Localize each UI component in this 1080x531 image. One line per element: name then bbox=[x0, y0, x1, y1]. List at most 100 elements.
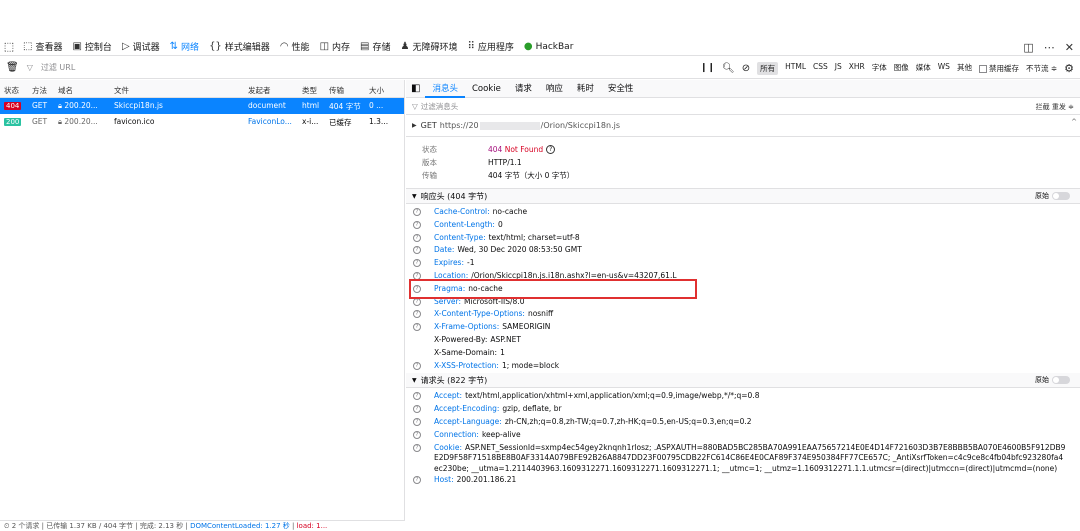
filter-url-input[interactable]: 过滤 URL bbox=[41, 62, 75, 73]
tab-3[interactable]: ⇅ 网络 bbox=[165, 38, 204, 55]
location-highlight-box bbox=[409, 279, 697, 299]
details-tab-4[interactable]: 耗时 bbox=[570, 80, 601, 98]
close-icon[interactable]: ✕ bbox=[1065, 41, 1074, 54]
header-row[interactable]: ? Host: 200.201.186.21 bbox=[406, 475, 1080, 488]
block-resend-actions[interactable]: 拦截 重发 ≑ bbox=[1036, 102, 1074, 112]
header-row[interactable]: ? Connection: keep-alive bbox=[406, 430, 1080, 443]
header-row[interactable]: ? Expires: -1 bbox=[406, 258, 1080, 271]
more-options-icon[interactable]: ⋯ bbox=[1044, 41, 1055, 54]
help-icon[interactable]: ? bbox=[413, 475, 421, 484]
tab-label: 调试器 bbox=[132, 43, 160, 53]
status-code: 404 bbox=[488, 145, 503, 154]
tab-8[interactable]: ♟ 无障碍环境 bbox=[396, 38, 463, 55]
table-row[interactable]: 404 GET 🔒︎ 200.20... Skiccpi18n.js document h… bbox=[0, 98, 404, 114]
tab-icon: ▣ bbox=[72, 41, 82, 52]
collapse-arrow-icon[interactable]: ▼ bbox=[412, 377, 417, 384]
help-icon[interactable]: ? bbox=[413, 220, 421, 229]
type-filter-4[interactable]: XHR bbox=[849, 62, 865, 75]
disable-cache-checkbox[interactable]: 禁用缓存 bbox=[978, 63, 1019, 74]
help-icon[interactable]: ? bbox=[413, 323, 421, 332]
pick-element-icon[interactable]: ⬚ bbox=[0, 40, 18, 53]
type-filter-9[interactable]: 其他 bbox=[957, 62, 972, 75]
toggle-panel-icon[interactable]: ◧ bbox=[406, 83, 425, 94]
type-filter-6[interactable]: 图像 bbox=[894, 62, 909, 75]
search-icon[interactable]: 🔍︎ bbox=[722, 63, 735, 74]
raw-toggle[interactable]: 原始 bbox=[1035, 191, 1070, 201]
help-icon[interactable]: ? bbox=[413, 417, 421, 426]
help-icon[interactable]: ? bbox=[546, 145, 556, 154]
tab-5[interactable]: ◠ 性能 bbox=[275, 38, 315, 55]
help-icon[interactable]: ? bbox=[413, 246, 421, 255]
header-row[interactable]: ? Cache-Control: no-cache bbox=[406, 207, 1080, 220]
pause-icon[interactable]: ❙❙ bbox=[700, 63, 715, 73]
header-value: nosniff bbox=[527, 309, 554, 319]
header-row[interactable]: ? Content-Type: text/html; charset=utf-8 bbox=[406, 233, 1080, 246]
expand-arrow-icon[interactable]: ▶ bbox=[412, 122, 417, 129]
tab-2[interactable]: ▷ 调试器 bbox=[117, 38, 165, 55]
column-header-4[interactable]: 发起者 bbox=[248, 85, 271, 96]
column-header-5[interactable]: 类型 bbox=[302, 85, 317, 96]
throttle-select[interactable]: 不节流 ≑ bbox=[1026, 63, 1057, 74]
help-icon[interactable]: ? bbox=[413, 361, 421, 370]
header-row[interactable]: ? X-Content-Type-Options: nosniff bbox=[406, 309, 1080, 322]
help-icon[interactable]: ? bbox=[413, 310, 421, 319]
settings-gear-icon[interactable]: ⚙ bbox=[1064, 62, 1074, 75]
tab-10[interactable]: ● HackBar bbox=[519, 38, 579, 55]
header-name: Content-Type: bbox=[434, 232, 486, 242]
trash-icon[interactable]: 🗑︎ bbox=[6, 62, 19, 73]
column-header-1[interactable]: 方法 bbox=[32, 85, 47, 96]
tab-0[interactable]: ⬚ 查看器 bbox=[18, 38, 67, 55]
help-icon[interactable]: ? bbox=[413, 430, 421, 439]
type-filter-3[interactable]: JS bbox=[835, 62, 842, 75]
type-filter-1[interactable]: HTML bbox=[785, 62, 806, 75]
details-tab-5[interactable]: 安全性 bbox=[601, 80, 641, 98]
header-row[interactable]: ? Date: Wed, 30 Dec 2020 08:53:50 GMT bbox=[406, 245, 1080, 258]
type-filter-8[interactable]: WS bbox=[938, 62, 950, 75]
collapse-arrow-icon[interactable]: ▼ bbox=[412, 193, 417, 200]
filter-headers-input[interactable]: 过滤消息头 bbox=[421, 101, 459, 112]
details-tab-2[interactable]: 请求 bbox=[508, 80, 539, 98]
help-icon[interactable]: ? bbox=[413, 259, 421, 268]
type-filter-5[interactable]: 字体 bbox=[872, 62, 887, 75]
header-row[interactable]: ? Cookie: ASP.NET_SessionId=sxmp4ec54gey2k… bbox=[406, 443, 1080, 475]
status-label: 状态 bbox=[422, 145, 437, 154]
block-icon[interactable]: ⊘ bbox=[742, 63, 750, 74]
type-filter-2[interactable]: CSS bbox=[813, 62, 828, 75]
request-headers-section[interactable]: ▼ 请求头 (822 字节) 原始 bbox=[406, 373, 1080, 389]
header-row[interactable]: ? X-XSS-Protection: 1; mode=block bbox=[406, 361, 1080, 374]
help-icon[interactable]: ? bbox=[413, 443, 421, 452]
header-row[interactable]: ? Accept-Encoding: gzip, deflate, br bbox=[406, 404, 1080, 417]
type-filter-7[interactable]: 媒体 bbox=[916, 62, 931, 75]
table-row[interactable]: 200 GET 🔒︎ 200.20... favicon.ico FaviconLo..… bbox=[0, 114, 404, 130]
header-value: no-cache bbox=[492, 207, 528, 216]
tab-4[interactable]: {} 样式编辑器 bbox=[204, 38, 275, 55]
type-filter-0[interactable]: 所有 bbox=[757, 61, 779, 75]
tab-1[interactable]: ▣ 控制台 bbox=[67, 38, 116, 55]
tab-6[interactable]: ◫ 内存 bbox=[315, 38, 355, 55]
header-row[interactable]: X-Same-Domain: 1 bbox=[406, 348, 1080, 361]
tab-7[interactable]: ▤ 存储 bbox=[355, 38, 395, 55]
header-row[interactable]: ? Content-Length: 0 bbox=[406, 220, 1080, 233]
scroll-up-icon[interactable]: ^ bbox=[1071, 118, 1077, 126]
column-header-2[interactable]: 域名 bbox=[58, 85, 73, 96]
request-line[interactable]: ▶ GET https://20/Orion/Skiccpi18n.js bbox=[406, 115, 1080, 137]
response-headers-section[interactable]: ▼ 响应头 (404 字节) 原始 bbox=[406, 189, 1080, 204]
dock-icon[interactable]: ◫ bbox=[1023, 41, 1033, 54]
details-tab-3[interactable]: 响应 bbox=[539, 80, 570, 98]
column-header-3[interactable]: 文件 bbox=[114, 85, 129, 96]
header-row[interactable]: X-Powered-By: ASP.NET bbox=[406, 335, 1080, 348]
column-header-7[interactable]: 大小 bbox=[369, 85, 384, 96]
column-header-0[interactable]: 状态 bbox=[4, 85, 19, 96]
column-header-6[interactable]: 传输 bbox=[329, 85, 344, 96]
header-row[interactable]: ? Accept: text/html,application/xhtml+xml,… bbox=[406, 391, 1080, 404]
help-icon[interactable]: ? bbox=[413, 405, 421, 414]
help-icon[interactable]: ? bbox=[413, 392, 421, 401]
tab-9[interactable]: ⠿ 应用程序 bbox=[462, 38, 518, 55]
details-tab-1[interactable]: Cookie bbox=[465, 80, 508, 98]
help-icon[interactable]: ? bbox=[413, 233, 421, 242]
details-tab-0[interactable]: 消息头 bbox=[425, 80, 465, 98]
help-icon[interactable]: ? bbox=[413, 208, 421, 216]
raw-toggle[interactable]: 原始 bbox=[1035, 375, 1070, 385]
header-row[interactable]: ? Accept-Language: zh-CN,zh;q=0.8,zh-TW;q=… bbox=[406, 417, 1080, 430]
header-row[interactable]: ? X-Frame-Options: SAMEORIGIN bbox=[406, 322, 1080, 335]
